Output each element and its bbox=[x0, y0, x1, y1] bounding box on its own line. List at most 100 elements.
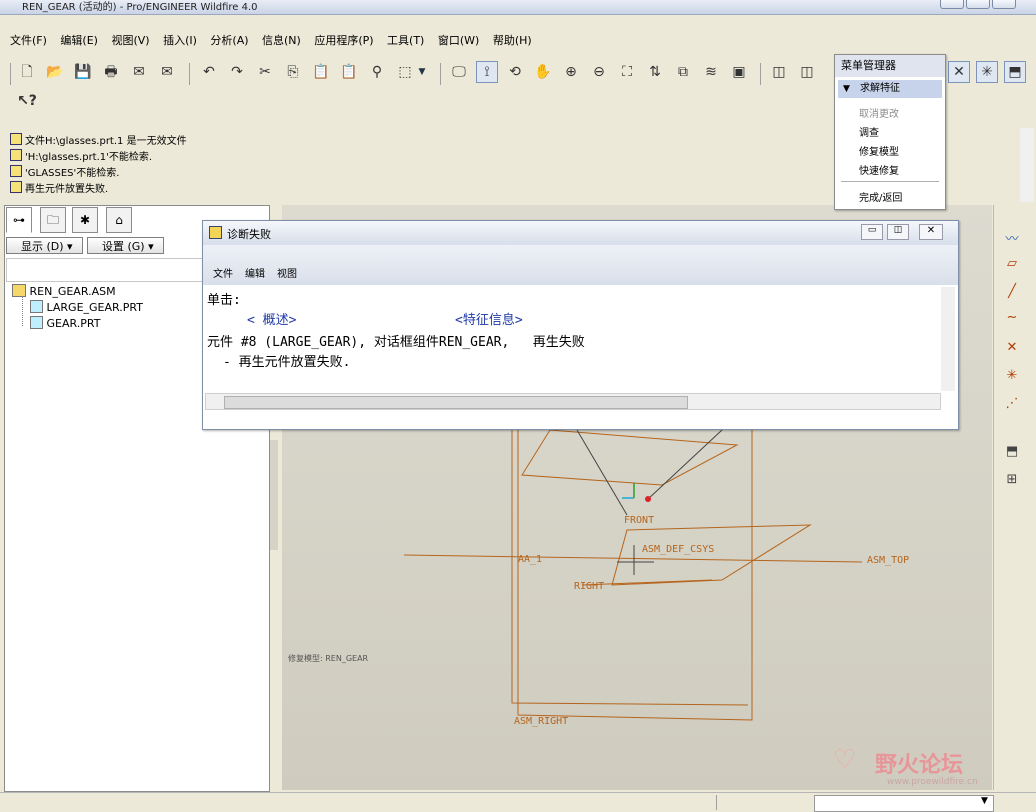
menu-applications[interactable]: 应用程序(P) bbox=[314, 30, 373, 52]
email-icon[interactable]: ✉ bbox=[128, 61, 150, 83]
selection-box-icon[interactable]: ⬚ bbox=[394, 61, 416, 83]
label-asm-right: ASM_RIGHT bbox=[514, 716, 569, 727]
menu-view[interactable]: 视图(V) bbox=[111, 30, 149, 52]
menu-edit[interactable]: 编辑(E) bbox=[60, 30, 98, 52]
message-line: 再生元件放置失败. bbox=[10, 180, 108, 195]
spin-center-icon[interactable]: ⟟ bbox=[476, 61, 498, 83]
scrollbar-thumb[interactable] bbox=[224, 396, 688, 409]
panel-splitter[interactable] bbox=[270, 440, 278, 550]
label-aa1: AA_1 bbox=[518, 554, 543, 565]
watermark-url: www.proewildfire.cn bbox=[887, 777, 978, 787]
summary-link[interactable]: < 概述> bbox=[247, 309, 296, 328]
filter-dropdown[interactable]: ▼ bbox=[814, 795, 994, 812]
menu-help[interactable]: 帮助(H) bbox=[493, 30, 532, 52]
repaint-icon[interactable]: 🖵 bbox=[448, 61, 470, 83]
paste-special-icon[interactable]: 📋 bbox=[338, 61, 360, 83]
find-binoculars-icon[interactable]: ⚲ bbox=[366, 61, 388, 83]
view-manager-icon[interactable]: ▣ bbox=[728, 61, 750, 83]
menu-tools[interactable]: 工具(T) bbox=[387, 30, 424, 52]
dialog-close-button[interactable]: ✕ bbox=[919, 224, 943, 240]
menu-info[interactable]: 信息(N) bbox=[262, 30, 301, 52]
tree-item-root[interactable]: REN_GEAR.ASM bbox=[12, 284, 116, 298]
minimize-button[interactable] bbox=[940, 0, 964, 9]
print-icon[interactable]: 🖶 bbox=[100, 61, 122, 83]
tab-model-tree[interactable]: ⊶ bbox=[6, 207, 32, 233]
menu-window[interactable]: 窗口(W) bbox=[438, 30, 479, 52]
menu-item-done-return[interactable]: 完成/返回 bbox=[859, 189, 902, 204]
datum-plane-tool-icon[interactable]: ▱ bbox=[1000, 256, 1024, 276]
maximize-button[interactable] bbox=[966, 0, 990, 9]
menu-item-quick-fix[interactable]: 快速修复 bbox=[859, 162, 899, 177]
show-dropdown[interactable]: 显示 (D) ▾ bbox=[6, 237, 83, 254]
datum-csys-icon[interactable]: ✳ bbox=[976, 61, 998, 83]
orient-mode-icon[interactable]: ⟲ bbox=[504, 61, 526, 83]
dialog-vertical-scrollbar[interactable] bbox=[941, 287, 955, 391]
refit-icon[interactable]: ⛶ bbox=[616, 61, 638, 83]
reorient-icon[interactable]: ⇅ bbox=[644, 61, 666, 83]
undo-icon[interactable]: ↶ bbox=[198, 61, 220, 83]
analysis-feature-tool-icon[interactable]: ⋰ bbox=[1000, 396, 1024, 416]
dialog-menubar: 文件 编辑 视图 bbox=[203, 245, 958, 285]
menu-file[interactable]: 文件(F) bbox=[10, 30, 47, 52]
wireframe-icon[interactable]: ◫ bbox=[768, 61, 790, 83]
dialog-maximize-button[interactable]: ◫ bbox=[887, 224, 909, 240]
annotation-icon[interactable]: ⬒ bbox=[1004, 61, 1026, 83]
datum-points-icon[interactable]: ✕ bbox=[948, 61, 970, 83]
datum-axis-tool-icon[interactable]: ╱ bbox=[1000, 284, 1024, 304]
note-tool-icon[interactable]: ⬒ bbox=[1000, 444, 1024, 464]
message-info-icon bbox=[10, 133, 22, 145]
message-line: 'H:\glasses.prt.1'不能检索. bbox=[10, 148, 152, 163]
zoom-in-icon[interactable]: ⊕ bbox=[560, 61, 582, 83]
sketch-tool-icon[interactable]: 〰 bbox=[1000, 228, 1024, 248]
message-line: 'GLASSES'不能检索. bbox=[10, 164, 119, 179]
dialog-minimize-button[interactable]: ▭ bbox=[861, 224, 883, 240]
watermark-logo-icon: ♡ bbox=[833, 745, 857, 775]
saved-views-icon[interactable]: ⧉ bbox=[672, 61, 694, 83]
datum-plane-top-view bbox=[521, 429, 739, 486]
menu-item-fix-model[interactable]: 修复模型 bbox=[859, 143, 899, 158]
dialog-menu-edit[interactable]: 编辑 bbox=[245, 265, 265, 280]
layers-icon[interactable]: ≋ bbox=[700, 61, 722, 83]
datum-point-tool-icon[interactable]: ✕ bbox=[1000, 340, 1024, 360]
chevron-down-icon[interactable]: ▼ bbox=[416, 61, 428, 83]
component-tool-icon[interactable]: ⊞ bbox=[1000, 472, 1024, 492]
settings-dropdown[interactable]: 设置 (G) ▾ bbox=[87, 237, 164, 254]
open-folder-icon[interactable]: 📂 bbox=[44, 61, 66, 83]
menu-item-investigate[interactable]: 调查 bbox=[859, 124, 879, 139]
tab-favorites[interactable]: ✱ bbox=[72, 207, 98, 233]
menu-analysis[interactable]: 分析(A) bbox=[210, 30, 248, 52]
dialog-horizontal-scrollbar[interactable] bbox=[205, 393, 941, 410]
paste-icon[interactable]: 📋 bbox=[310, 61, 332, 83]
context-help-icon[interactable]: ↖? bbox=[16, 90, 38, 112]
menu-insert[interactable]: 插入(I) bbox=[163, 30, 197, 52]
redo-icon[interactable]: ↷ bbox=[226, 61, 248, 83]
tab-connections[interactable]: ⌂ bbox=[106, 207, 132, 233]
cut-icon[interactable]: ✂ bbox=[254, 61, 276, 83]
menu-manager: 菜单管理器 ▼ 求解特征 取消更改 调查 修复模型 快速修复 完成/返回 bbox=[834, 54, 946, 210]
menu-manager-selected[interactable]: ▼ 求解特征 bbox=[838, 80, 942, 98]
dialog-menu-view[interactable]: 视图 bbox=[277, 265, 297, 280]
dialog-title: 诊断失败 bbox=[227, 228, 271, 241]
hidden-line-icon[interactable]: ◫ bbox=[796, 61, 818, 83]
datum-curve-tool-icon[interactable]: ∼ bbox=[1000, 310, 1024, 330]
zoom-out-icon[interactable]: ⊖ bbox=[588, 61, 610, 83]
message-info-icon bbox=[10, 165, 22, 177]
folder-icon: 🗀 bbox=[46, 213, 59, 227]
datum-csys-tool-icon[interactable]: ✳ bbox=[1000, 368, 1024, 388]
message-scrollbar[interactable] bbox=[1020, 128, 1034, 202]
tree-item-part[interactable]: LARGE_GEAR.PRT bbox=[30, 300, 143, 314]
connections-icon: ⌂ bbox=[115, 213, 123, 227]
feature-info-link[interactable]: <特征信息> bbox=[455, 309, 523, 328]
dialog-titlebar[interactable]: 诊断失败 ▭ ◫ ✕ bbox=[203, 221, 958, 245]
new-file-icon[interactable]: 🗋 bbox=[16, 61, 38, 83]
message-info-icon bbox=[10, 181, 22, 193]
copy-icon[interactable]: ⎘ bbox=[282, 61, 304, 83]
close-button[interactable] bbox=[992, 0, 1016, 9]
tab-folder-browser[interactable]: 🗀 bbox=[40, 207, 66, 233]
email-link-icon[interactable]: ✉ bbox=[156, 61, 178, 83]
pan-hand-icon[interactable]: ✋ bbox=[532, 61, 554, 83]
tree-item-part[interactable]: GEAR.PRT bbox=[30, 316, 100, 330]
menu-manager-title: 菜单管理器 bbox=[835, 55, 945, 77]
save-icon[interactable]: 💾 bbox=[72, 61, 94, 83]
dialog-menu-file[interactable]: 文件 bbox=[213, 265, 233, 280]
